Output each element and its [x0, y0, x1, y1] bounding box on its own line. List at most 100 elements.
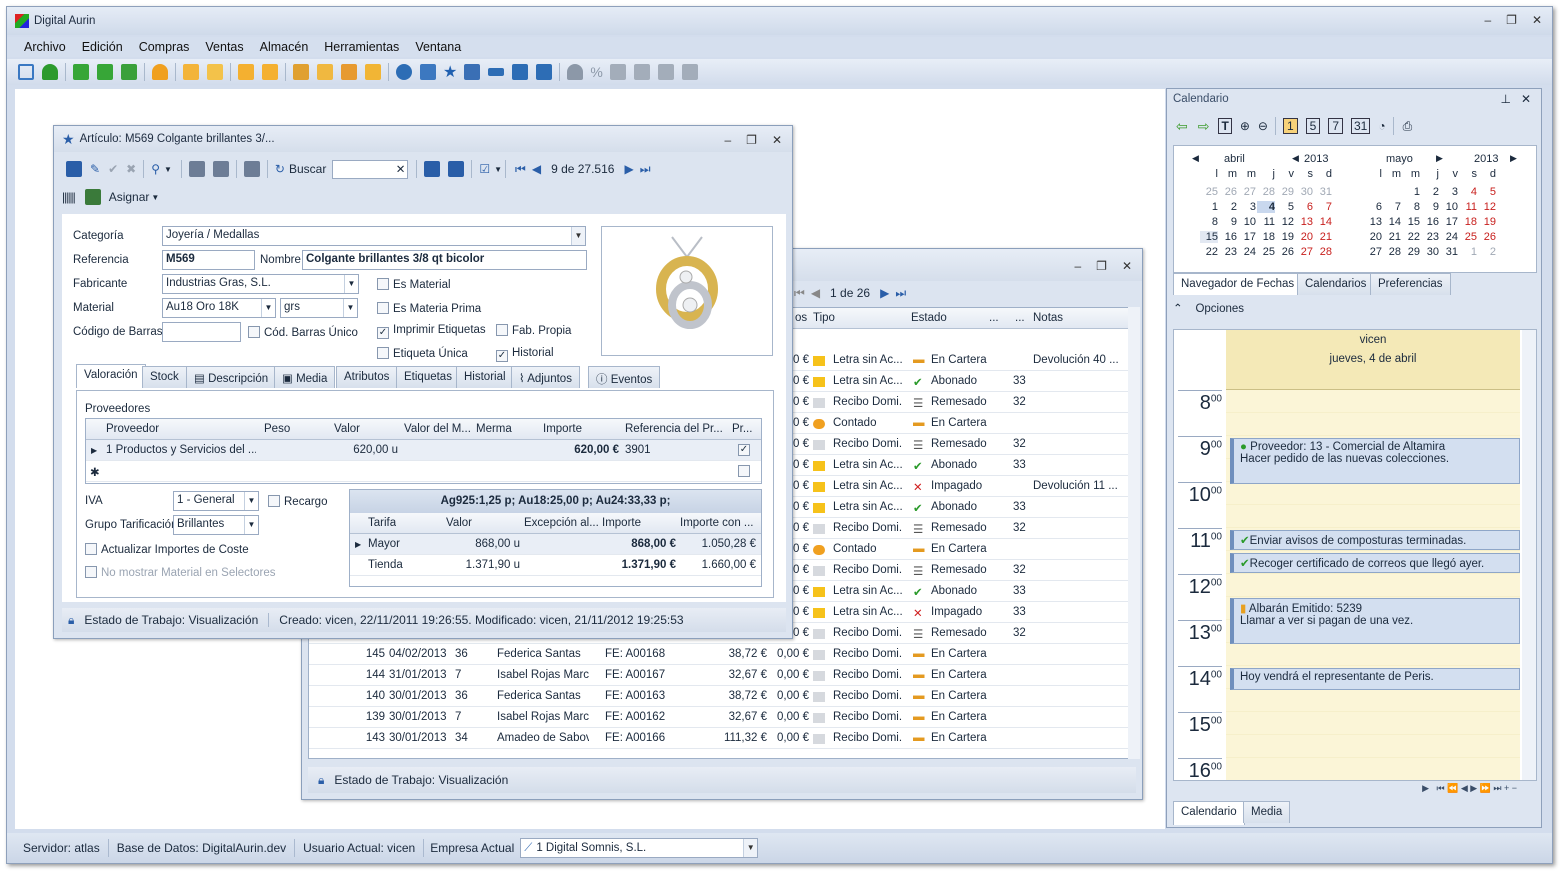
cell-fecha[interactable]: 30/01/2013	[389, 711, 447, 723]
cell-estado[interactable]: En Cartera	[931, 690, 987, 702]
prev-month-icon[interactable]: ◀	[1192, 153, 1199, 164]
tab-stock[interactable]: Stock	[142, 366, 187, 388]
day-cell[interactable]: 26	[1219, 186, 1237, 198]
cell-documento[interactable]: FE: A00166	[605, 732, 665, 744]
clear-icon[interactable]: ✕	[396, 162, 406, 176]
month1-name[interactable]: abril	[1224, 153, 1245, 165]
arrow-right-icon[interactable]: ⇨	[1198, 118, 1210, 135]
timeline-icon[interactable]: ◔	[1378, 119, 1385, 133]
menu-herramientas[interactable]: Herramientas	[316, 40, 407, 54]
search-document-icon[interactable]	[317, 64, 333, 80]
imprimir-etiquetas-checkbox[interactable]: ✓ Imprimir Etiquetas	[377, 324, 486, 339]
day-cell[interactable]: 12	[1478, 201, 1496, 213]
zoom-in-icon[interactable]: ⊕	[1240, 119, 1250, 133]
prev-record-icon[interactable]: ◀	[532, 162, 541, 176]
cod-unico-checkbox[interactable]: Cód. Barras Único	[248, 326, 358, 339]
zoom-out-icon[interactable]: ⊖	[1258, 119, 1268, 133]
next-year-icon[interactable]: ▶	[1510, 153, 1517, 164]
appointment[interactable]: ✔Enviar avisos de composturas terminadas…	[1230, 530, 1520, 550]
cell-importe[interactable]: 111,32 €	[681, 732, 767, 744]
delete-icon[interactable]	[243, 161, 260, 177]
cell-id[interactable]: 140	[329, 690, 385, 702]
day-cell[interactable]: 17	[1238, 231, 1256, 243]
cell-estado[interactable]: En Cartera	[931, 711, 987, 723]
user-gray-icon[interactable]	[567, 64, 584, 80]
column-header[interactable]: os	[795, 312, 807, 324]
table-row[interactable]: Tienda 1.371,90 u 1.371,90 € 1.660,00 €	[350, 555, 761, 576]
print-preview-icon[interactable]	[212, 161, 229, 177]
day-cell[interactable]: 22	[1402, 231, 1420, 243]
menu-compras[interactable]: Compras	[131, 40, 198, 54]
chevron-down-icon[interactable]: ▼	[151, 193, 159, 202]
day-cell[interactable]: 31	[1314, 186, 1332, 198]
day-cell[interactable]: 7	[1314, 201, 1332, 213]
day-cell[interactable]: 4	[1459, 186, 1477, 198]
day-cell[interactable]: 28	[1383, 246, 1401, 258]
table-row[interactable]: 144 31/01/2013 7 Isabel Rojas Marcos FE: A00…	[309, 665, 1135, 686]
print-icon[interactable]	[188, 161, 205, 177]
cell-tipo[interactable]: Contado	[833, 417, 903, 429]
day-view-icon[interactable]: 1	[1282, 118, 1298, 134]
day-cell[interactable]: 13	[1295, 216, 1313, 228]
cell-estado[interactable]: En Cartera	[931, 417, 987, 429]
today-icon[interactable]: T	[1218, 118, 1232, 134]
no-mostrar-checkbox[interactable]: No mostrar Material en Selectores	[85, 566, 275, 579]
nombre-field[interactable]: Colgante brillantes 3/8 qt bicolor	[302, 250, 587, 270]
day-cell[interactable]: 19	[1276, 231, 1294, 243]
day-cell[interactable]: 13	[1364, 216, 1382, 228]
column-header[interactable]: Valor del M...	[404, 423, 471, 435]
cell-id[interactable]: 145	[329, 648, 385, 660]
workweek-view-icon[interactable]: 5	[1305, 118, 1321, 134]
day-cell[interactable]: 26	[1276, 246, 1294, 258]
day-cell[interactable]: 20	[1295, 231, 1313, 243]
fab-propia-checkbox[interactable]: Fab. Propia	[496, 324, 571, 337]
day-cell[interactable]: 15	[1402, 216, 1420, 228]
es-material-checkbox[interactable]: Es Material	[377, 278, 451, 291]
week-view-icon[interactable]: 7	[1328, 118, 1343, 134]
tab-media[interactable]: Media	[1243, 801, 1291, 823]
assign-icon[interactable]	[84, 189, 101, 205]
export-icon[interactable]	[365, 64, 381, 80]
chevron-down-icon[interactable]: ▼	[244, 516, 258, 534]
cell-importe[interactable]: 38,72 €	[681, 690, 767, 702]
menu-ventas[interactable]: Ventas	[197, 40, 251, 54]
actualizar-importes-checkbox[interactable]: Actualizar Importes de Coste	[85, 543, 249, 556]
column-header[interactable]: Merma	[476, 423, 512, 435]
cell-estado[interactable]: Abonado	[931, 501, 977, 513]
checklist-icon[interactable]: ☑	[479, 162, 490, 176]
close-icon[interactable]: ✕	[772, 133, 782, 147]
close-icon[interactable]: ✕	[1532, 13, 1542, 27]
cell-count[interactable]: 32	[1013, 438, 1026, 450]
briefcase-green-icon[interactable]	[121, 64, 137, 80]
grid-icon[interactable]	[512, 64, 529, 80]
column-header[interactable]: Referencia del Pr...	[625, 423, 723, 435]
day-cell[interactable]: 6	[1295, 201, 1313, 213]
day-cell[interactable]: 2	[1421, 186, 1439, 198]
next-month-icon[interactable]: ▶	[1436, 153, 1443, 164]
cell-tarifa[interactable]: Mayor	[368, 538, 400, 550]
column-header-notas[interactable]: Notas	[1033, 312, 1063, 324]
day-cell[interactable]: 30	[1295, 186, 1313, 198]
window-icon[interactable]	[18, 64, 34, 80]
product-image[interactable]	[601, 226, 773, 356]
search-icon[interactable]: ⚲	[151, 162, 160, 176]
table-row[interactable]: 143 30/01/2013 34 Amadeo de Sabova FE: A0016…	[309, 728, 1135, 749]
day-cell[interactable]: 11	[1459, 201, 1477, 213]
close-icon[interactable]: ✕	[1122, 259, 1132, 273]
cell-importe-con[interactable]: 1.660,00 €	[680, 559, 756, 571]
cell-notas[interactable]: Devolución 11 ...	[1033, 480, 1123, 492]
day-cell[interactable]: 12	[1276, 216, 1294, 228]
day-cell[interactable]: 24	[1440, 231, 1458, 243]
checklist-icon[interactable]	[207, 64, 223, 80]
day-cell[interactable]: 5	[1478, 186, 1496, 198]
day-cell[interactable]: 23	[1219, 246, 1237, 258]
appointment[interactable]: ▮ Albarán Emitido: 5239 Llamar a ver si p…	[1230, 598, 1520, 644]
day-cell[interactable]: 22	[1200, 246, 1218, 258]
tab-calendario[interactable]: Calendario	[1173, 801, 1245, 825]
cell-documento[interactable]: FE: A00162	[605, 711, 665, 723]
print-icon[interactable]: ⎙	[1403, 119, 1413, 134]
day-cell[interactable]: 6	[1364, 201, 1382, 213]
cell-fecha[interactable]: 31/01/2013	[389, 669, 447, 681]
asignar-button[interactable]: Asignar	[109, 190, 150, 204]
cell-tipo[interactable]: Recibo Domi...	[833, 438, 903, 450]
